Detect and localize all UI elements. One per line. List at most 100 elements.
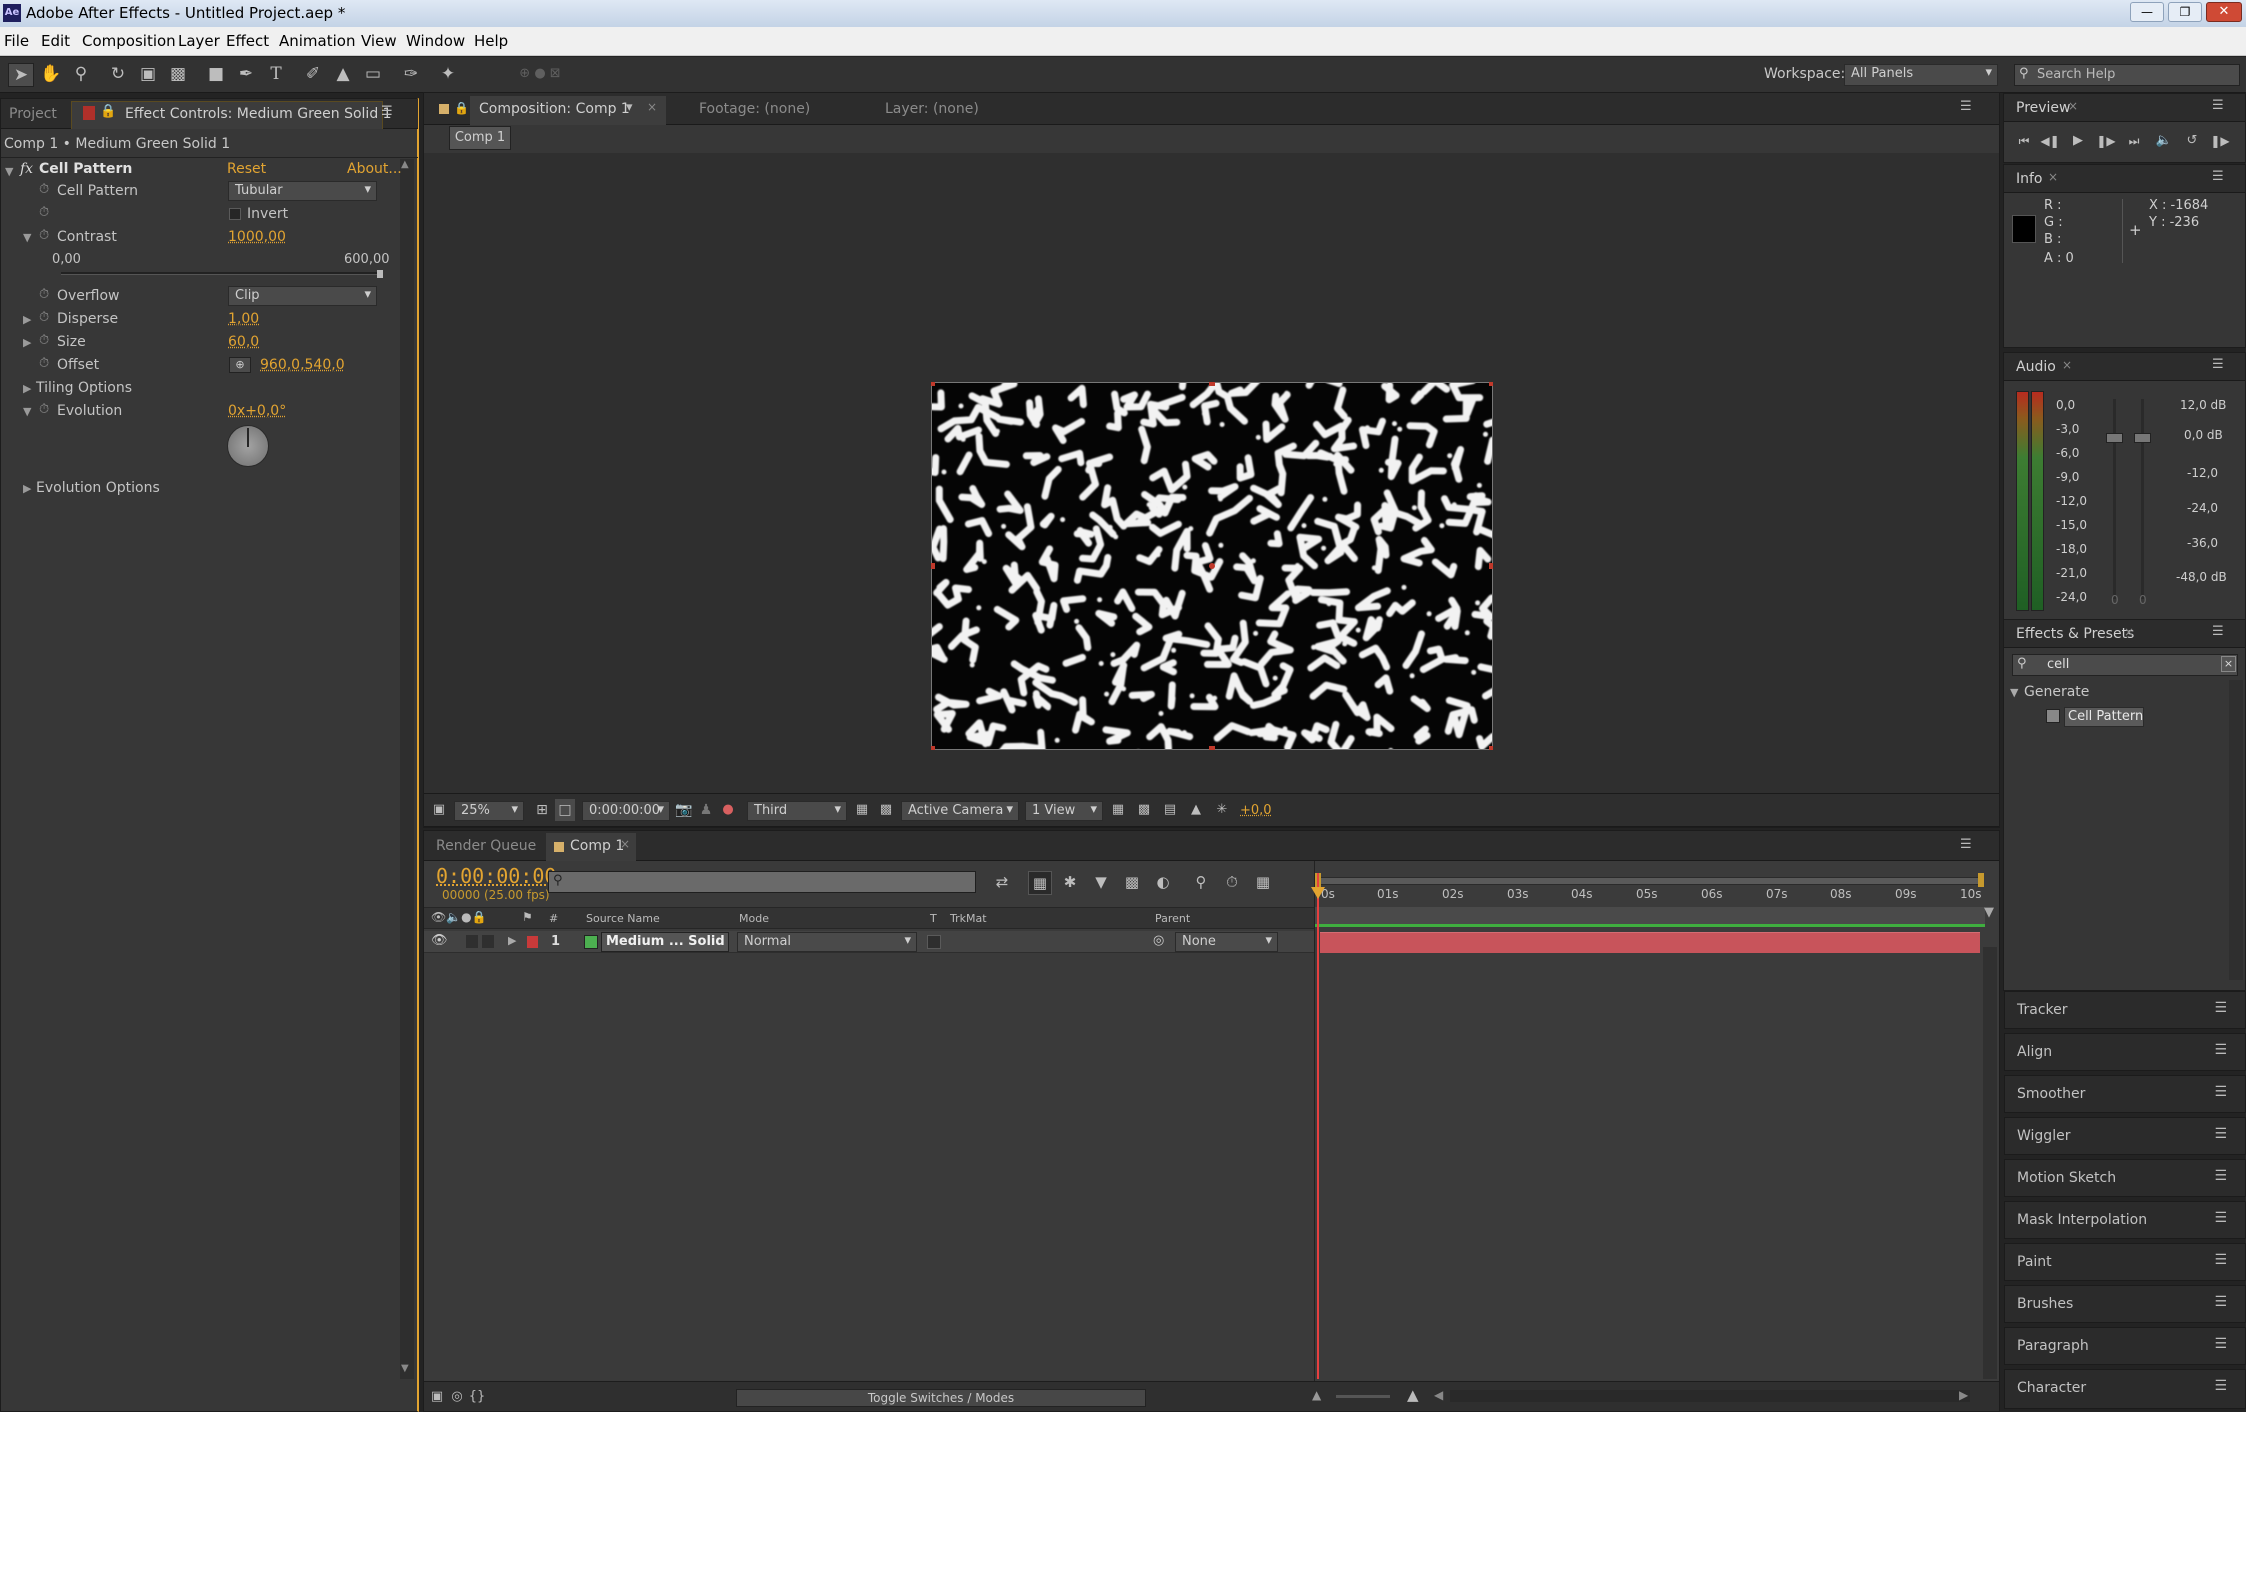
toggle-mask-icon[interactable]: ▦ (852, 799, 872, 821)
comp-tab-dropdown-icon[interactable]: ▾ (626, 100, 633, 115)
trkmat-box[interactable] (927, 935, 941, 949)
mask-interpolation-panel[interactable]: Mask Interpolation ☰ (2004, 1201, 2246, 1239)
tab-composition[interactable]: Composition: Comp 1 (479, 101, 630, 117)
menu-layer[interactable]: Layer (178, 32, 220, 50)
transparency-grid-icon[interactable]: ▩ (876, 799, 896, 821)
menu-file[interactable]: File (4, 32, 29, 50)
panel-menu-icon[interactable]: ☰ (2212, 624, 2224, 639)
brushes-panel[interactable]: Brushes ☰ (2004, 1285, 2246, 1323)
loop-icon[interactable]: ↺ (2182, 130, 2202, 152)
fx-icon[interactable]: fx (20, 161, 33, 177)
panel-menu-icon[interactable]: ☰ (2214, 1168, 2227, 1184)
minimize-button[interactable]: — (2130, 2, 2164, 22)
pickwhip-icon[interactable]: ◎ (1153, 933, 1164, 948)
evolution-value[interactable]: 0x+0,0° (228, 403, 286, 419)
current-time-display[interactable]: 0:00:00:00 (436, 864, 556, 888)
show-snapshot-icon[interactable]: ♟ (696, 799, 716, 821)
character-panel[interactable]: Character ☰ (2004, 1369, 2246, 1409)
about-link[interactable]: About... (347, 161, 402, 177)
layer-name[interactable]: Medium ... Solid 1 (601, 932, 729, 952)
size-value[interactable]: 60,0 (228, 334, 259, 350)
stopwatch-icon[interactable]: ⏱ (39, 402, 49, 417)
puppet-pin-tool-icon[interactable]: ✦ (435, 63, 461, 85)
panel-menu-icon[interactable]: ☰ (2214, 1294, 2227, 1310)
stopwatch-icon[interactable]: ⏱ (39, 228, 49, 243)
camera-tool-icon[interactable]: ▣ (135, 63, 161, 85)
panel-menu-icon[interactable]: ☰ (2214, 1126, 2227, 1142)
cell-pattern-dropdown[interactable]: Tubular (228, 181, 377, 201)
time-ruler[interactable]: 0s 01s 02s 03s 04s 05s 06s 07s 08s 09s 1… (1315, 887, 1985, 907)
panel-menu-icon[interactable]: ☰ (1960, 99, 1972, 114)
menu-window[interactable]: Window (406, 32, 465, 50)
stopwatch-icon[interactable]: ⏱ (39, 287, 49, 302)
panel-menu-icon[interactable]: ☰ (2214, 1252, 2227, 1268)
layer-row[interactable]: 👁 ▶ 1 Medium ... Solid 1 Normal ◎ None (424, 931, 1314, 953)
work-area-bar[interactable] (1318, 877, 1982, 885)
layer-duration-bar[interactable] (1320, 932, 1980, 953)
last-frame-icon[interactable]: ⏭ (2124, 130, 2144, 152)
channel-icon[interactable]: ● (718, 799, 738, 821)
previous-frame-icon[interactable]: ◀❚ (2040, 130, 2060, 152)
panel-menu-icon[interactable]: ☰ (2214, 1042, 2227, 1058)
ram-preview-icon[interactable]: ❚▶ (2210, 130, 2230, 152)
snapshot-icon[interactable]: 📷 (674, 799, 694, 821)
disperse-value[interactable]: 1,00 (228, 311, 259, 327)
rectangle-tool-icon[interactable]: ■ (203, 63, 229, 85)
parent-dropdown[interactable]: None (1175, 932, 1278, 952)
category-generate[interactable]: Generate (2024, 684, 2089, 700)
exposure-value[interactable]: +0,0 (1240, 803, 1272, 818)
menu-edit[interactable]: Edit (41, 32, 70, 50)
timeline-icon[interactable]: ▤ (1160, 799, 1180, 821)
zoom-in-icon[interactable]: ▲ (1407, 1386, 1419, 1404)
contrast-slider-track[interactable] (61, 272, 381, 275)
workspace-dropdown[interactable]: All Panels (1844, 64, 1998, 86)
panel-menu-icon[interactable]: ☰ (2214, 1000, 2227, 1016)
panel-menu-icon[interactable]: ☰ (2212, 98, 2224, 113)
auto-keyframe-icon[interactable]: ⏱ (1220, 871, 1244, 893)
effect-item-cell-pattern[interactable]: Cell Pattern (2064, 707, 2144, 727)
eraser-tool-icon[interactable]: ▭ (360, 63, 386, 85)
crosshair-icon[interactable]: ⊕ (229, 357, 251, 373)
panel-menu-icon[interactable]: ☰ (2212, 169, 2224, 184)
paint-panel[interactable]: Paint ☰ (2004, 1243, 2246, 1281)
overflow-dropdown[interactable]: Clip (228, 286, 377, 306)
panel-menu-icon[interactable]: ☰ (2214, 1378, 2227, 1394)
evolution-dial[interactable] (227, 425, 269, 467)
comp-mini-flowchart-icon[interactable]: ⇄ (989, 871, 1015, 893)
tracker-panel[interactable]: Tracker ☰ (2004, 991, 2246, 1029)
cell-pattern-render[interactable] (931, 382, 1493, 750)
fader-right-track[interactable] (2141, 399, 2144, 599)
cell-pattern-expand-icon[interactable]: ▼ (5, 165, 13, 178)
visibility-eye-icon[interactable]: 👁 (431, 933, 448, 948)
align-panel[interactable]: Align ☰ (2004, 1033, 2246, 1071)
tab-audio[interactable]: Audio (2016, 359, 2056, 375)
panel-menu-icon[interactable]: ☰ (2214, 1336, 2227, 1352)
tab-preview[interactable]: Preview (2016, 100, 2071, 116)
region-of-interest-icon[interactable]: □ (555, 799, 575, 821)
brainstorm-icon[interactable]: ⚲ (1189, 871, 1213, 893)
live-update-icon[interactable]: ▦ (1028, 871, 1052, 895)
layer-mode-dropdown[interactable]: Normal (737, 932, 917, 952)
tab-footage[interactable]: Footage: (none) (699, 101, 810, 117)
fader-left-track[interactable] (2113, 399, 2116, 599)
panel-menu-icon[interactable]: ☰ (381, 104, 393, 119)
menu-effect[interactable]: Effect (226, 32, 269, 50)
roto-brush-tool-icon[interactable]: ✑ (398, 63, 424, 85)
resolution-dropdown[interactable]: Third (747, 801, 847, 821)
selection-tool-icon[interactable]: ➤ (8, 63, 34, 87)
contrast-slider-handle[interactable] (377, 270, 383, 278)
scroll-down-arrow-icon[interactable]: ▼ (401, 1363, 409, 1374)
motion-sketch-panel[interactable]: Motion Sketch ☰ (2004, 1159, 2246, 1197)
motion-blur-icon[interactable]: ◐ (1151, 871, 1175, 893)
tab-close-icon[interactable]: × (2048, 170, 2058, 184)
timecode-field[interactable]: 0:00:00:00 (582, 801, 670, 821)
comp-button-icon[interactable]: ▼ (1984, 905, 1994, 920)
restore-button[interactable]: ❐ (2168, 2, 2202, 22)
effects-search-field[interactable]: ⚲ cell × (2012, 654, 2238, 676)
category-expand-icon[interactable]: ▼ (2010, 686, 2018, 699)
layer-switches-icon[interactable]: ▣ (428, 1386, 446, 1408)
tab-close-icon[interactable]: × (2068, 99, 2078, 113)
always-preview-icon[interactable]: ▣ (429, 799, 449, 821)
tab-close-icon[interactable]: × (2062, 358, 2072, 372)
zoom-dropdown[interactable]: 25% (454, 801, 524, 821)
